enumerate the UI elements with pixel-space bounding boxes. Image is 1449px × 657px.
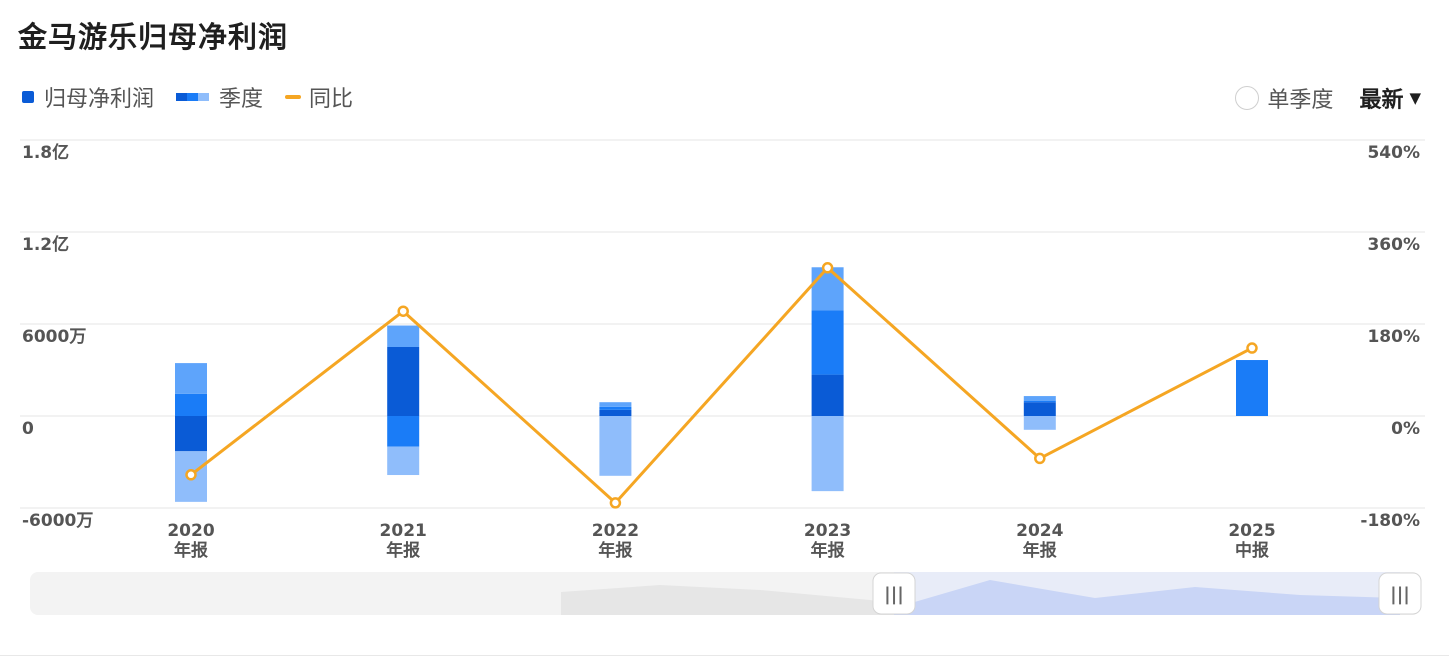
x-tick-label-year: 2024	[1016, 521, 1063, 541]
drag-handle-icon: |||	[884, 584, 904, 605]
bar-segment-q2[interactable]	[175, 393, 207, 416]
right-tick-label: 360%	[1367, 235, 1420, 255]
chart-area: -6000万 0 6000万 1.2亿 1.8亿 -180% 0% 180% 360% 540%…	[20, 139, 1425, 615]
bar-segment-q2[interactable]	[1236, 360, 1268, 416]
right-tick-label: -180%	[1360, 511, 1420, 531]
bar-segment-q4[interactable]	[811, 416, 844, 492]
yoy-point[interactable]	[1246, 342, 1258, 354]
yoy-point[interactable]	[185, 469, 197, 481]
bar-segment-q2[interactable]	[811, 310, 844, 375]
legend-quarter-label: 季度	[219, 87, 264, 112]
x-tick-label-year: 2023	[804, 521, 851, 541]
x-tick-label-period: 年报	[598, 540, 632, 561]
single-quarter-label[interactable]: 单季度	[1267, 82, 1333, 114]
right-tick-label: 180%	[1367, 327, 1420, 347]
yoy-point[interactable]	[821, 262, 834, 274]
left-tick-label: -6000万	[22, 511, 93, 531]
bar-segment-q1[interactable]	[387, 347, 420, 416]
yoy-line-series	[185, 262, 1258, 509]
chart-controls: 单季度 最新 ▼	[1235, 82, 1421, 114]
left-tick-label: 1.2亿	[22, 234, 69, 255]
legend-yoy-label: 同比	[309, 87, 354, 112]
drag-handle-icon: |||	[1390, 584, 1410, 605]
net-profit-swatch	[22, 91, 34, 103]
yoy-line	[190, 266, 1253, 505]
legend: 归母净利润 季度 同比	[22, 81, 375, 113]
bar-segment-q3[interactable]	[387, 325, 420, 347]
right-axis: -180% 0% 180% 360% 540%	[1360, 143, 1420, 531]
bar-segment-q3[interactable]	[811, 267, 844, 311]
yoy-point[interactable]	[397, 305, 409, 317]
bar-segment-q4[interactable]	[387, 446, 420, 476]
left-axis: -6000万 0 6000万 1.2亿 1.8亿	[22, 142, 93, 531]
grid-lines	[20, 139, 1425, 509]
bar-segment-q2[interactable]	[599, 406, 632, 410]
left-tick-label: 0	[22, 419, 34, 439]
left-tick-label: 1.8亿	[22, 142, 69, 163]
bar-segment-q3[interactable]	[175, 363, 207, 394]
left-tick-label: 6000万	[22, 327, 86, 347]
bar-segment-q1[interactable]	[811, 374, 844, 416]
latest-label: 最新	[1359, 88, 1404, 113]
legend-item-net-profit[interactable]: 归母净利润	[22, 81, 154, 113]
x-tick-label-period: 中报	[1235, 540, 1269, 561]
x-tick-label-year: 2025	[1228, 521, 1275, 541]
x-tick-label-year: 2022	[592, 521, 639, 541]
x-axis: 2020年报2021年报2022年报2023年报2024年报2025中报	[167, 521, 1275, 561]
yoy-swatch	[285, 95, 302, 99]
bar-segment-q3[interactable]	[1023, 396, 1056, 401]
x-tick-label-period: 年报	[811, 540, 845, 561]
bar-segment-q4[interactable]	[1023, 416, 1056, 430]
caret-down-icon: ▼	[1409, 89, 1421, 107]
yoy-point[interactable]	[1034, 452, 1046, 465]
single-quarter-radio[interactable]	[1235, 86, 1260, 110]
quarter-swatch	[176, 93, 210, 101]
latest-dropdown[interactable]: 最新 ▼	[1359, 82, 1421, 114]
slider-left-handle[interactable]: |||	[872, 572, 916, 615]
bar-segment-q2[interactable]	[1023, 400, 1056, 403]
right-tick-label: 540%	[1367, 143, 1420, 163]
range-slider: ||| |||	[30, 572, 1422, 615]
bar-segment-q1[interactable]	[599, 409, 632, 416]
x-tick-label-period: 年报	[386, 540, 420, 561]
bar-segment-q1[interactable]	[175, 416, 207, 452]
chart-title: 金马游乐归母净利润	[18, 20, 289, 54]
legend-item-yoy[interactable]: 同比	[285, 81, 353, 113]
x-tick-label-period: 年报	[1023, 540, 1057, 561]
yoy-point[interactable]	[609, 497, 622, 509]
bar-segment-q4[interactable]	[599, 416, 632, 476]
x-tick-label-year: 2020	[167, 521, 214, 541]
legend-item-quarter[interactable]: 季度	[176, 81, 263, 113]
legend-net-profit-label: 归母净利润	[44, 87, 155, 112]
bottom-divider	[0, 655, 1449, 656]
x-tick-label-year: 2021	[380, 521, 427, 541]
bar-segment-q3[interactable]	[599, 402, 632, 407]
bar-segment-q2[interactable]	[387, 416, 420, 447]
right-tick-label: 0%	[1391, 419, 1420, 439]
bar-segment-q1[interactable]	[1023, 402, 1056, 416]
x-tick-label-period: 年报	[174, 540, 208, 561]
slider-right-handle[interactable]: |||	[1378, 572, 1422, 615]
